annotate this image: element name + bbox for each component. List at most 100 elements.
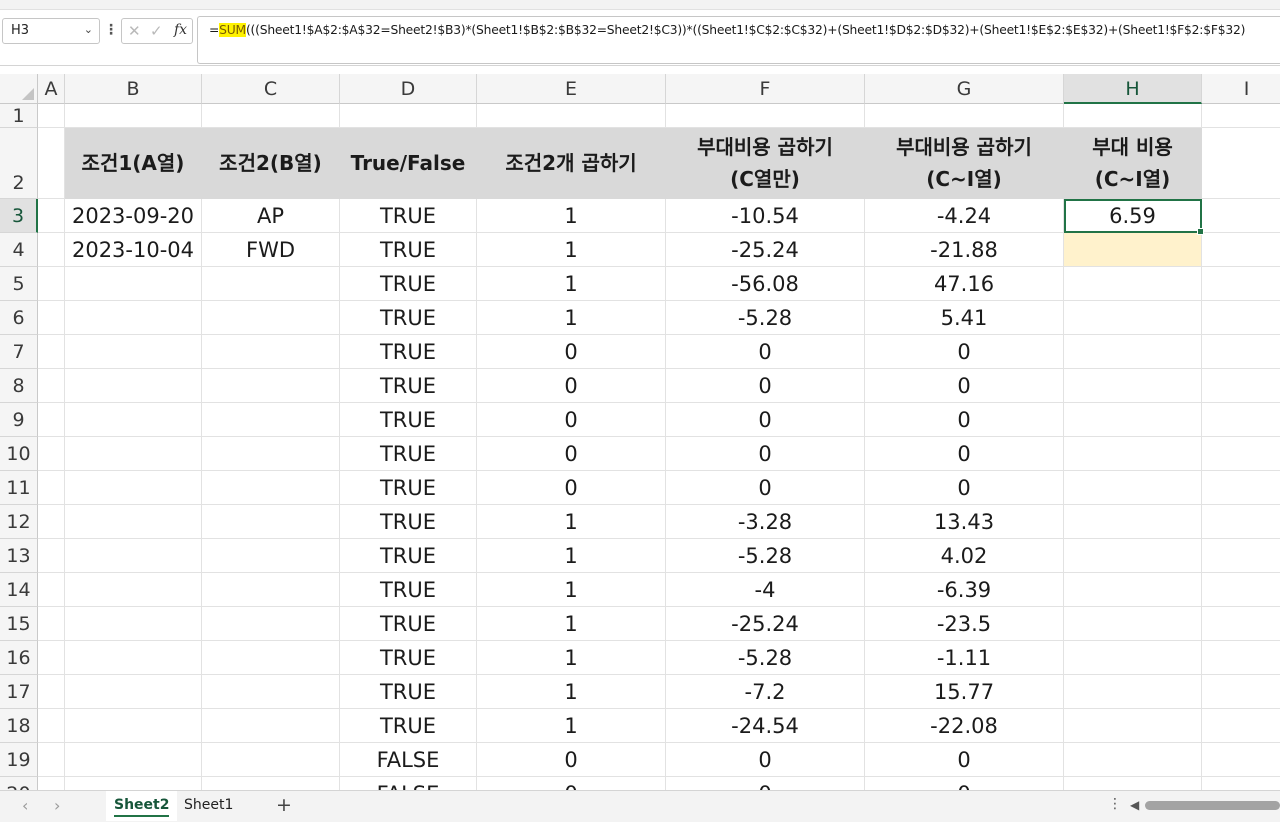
row-header-6[interactable]: 6: [0, 301, 38, 335]
cell-f11[interactable]: 0: [666, 471, 865, 505]
cell-h17[interactable]: [1064, 675, 1202, 709]
column-header-d[interactable]: D: [340, 74, 477, 104]
cell-e18[interactable]: 1: [477, 709, 666, 743]
cell-d5[interactable]: TRUE: [340, 267, 477, 301]
cell-b3[interactable]: 2023-09-20: [65, 199, 202, 233]
row-header-12[interactable]: 12: [0, 505, 38, 539]
column-header-g[interactable]: G: [865, 74, 1064, 104]
cell-a7[interactable]: [38, 335, 65, 369]
cell-g7[interactable]: 0: [865, 335, 1064, 369]
row-header-7[interactable]: 7: [0, 335, 38, 369]
cell-g4[interactable]: -21.88: [865, 233, 1064, 267]
cell-f13[interactable]: -5.28: [666, 539, 865, 573]
cell-e14[interactable]: 1: [477, 573, 666, 607]
cell-i13[interactable]: [1202, 539, 1280, 573]
cell-a13[interactable]: [38, 539, 65, 573]
cell-i2[interactable]: [1202, 128, 1280, 199]
tab-sheet1[interactable]: Sheet1: [176, 791, 241, 821]
cell-b19[interactable]: [65, 743, 202, 777]
cell-b8[interactable]: [65, 369, 202, 403]
cell-i14[interactable]: [1202, 573, 1280, 607]
cell-g3[interactable]: -4.24: [865, 199, 1064, 233]
cell-g13[interactable]: 4.02: [865, 539, 1064, 573]
sheet-options-icon[interactable]: ⋮: [1108, 796, 1122, 812]
cell-c16[interactable]: [202, 641, 340, 675]
row-header-18[interactable]: 18: [0, 709, 38, 743]
cell-c5[interactable]: [202, 267, 340, 301]
cell-c14[interactable]: [202, 573, 340, 607]
cell-e5[interactable]: 1: [477, 267, 666, 301]
cell-i17[interactable]: [1202, 675, 1280, 709]
cell-h7[interactable]: [1064, 335, 1202, 369]
cell-h11[interactable]: [1064, 471, 1202, 505]
cell-d13[interactable]: TRUE: [340, 539, 477, 573]
cell-b1[interactable]: [65, 104, 202, 128]
cell-g17[interactable]: 15.77: [865, 675, 1064, 709]
cell-h5[interactable]: [1064, 267, 1202, 301]
cell-a8[interactable]: [38, 369, 65, 403]
cell-c7[interactable]: [202, 335, 340, 369]
cell-c10[interactable]: [202, 437, 340, 471]
cell-a19[interactable]: [38, 743, 65, 777]
cell-e8[interactable]: 0: [477, 369, 666, 403]
cell-a18[interactable]: [38, 709, 65, 743]
cell-d4[interactable]: TRUE: [340, 233, 477, 267]
row-header-15[interactable]: 15: [0, 607, 38, 641]
cell-f15[interactable]: -25.24: [666, 607, 865, 641]
row-header-3[interactable]: 3: [0, 199, 38, 233]
cell-f16[interactable]: -5.28: [666, 641, 865, 675]
cell-i19[interactable]: [1202, 743, 1280, 777]
column-header-a[interactable]: A: [38, 74, 65, 104]
cell-b16[interactable]: [65, 641, 202, 675]
cell-a3[interactable]: [38, 199, 65, 233]
cell-c3[interactable]: AP: [202, 199, 340, 233]
select-all-corner[interactable]: [0, 74, 38, 104]
hscroll-left-icon[interactable]: ◀: [1130, 798, 1139, 812]
header-cell-c[interactable]: 조건2(B열): [202, 128, 340, 199]
cell-c6[interactable]: [202, 301, 340, 335]
cell-d16[interactable]: TRUE: [340, 641, 477, 675]
row-header-9[interactable]: 9: [0, 403, 38, 437]
row-header-17[interactable]: 17: [0, 675, 38, 709]
cell-h6[interactable]: [1064, 301, 1202, 335]
cell-d12[interactable]: TRUE: [340, 505, 477, 539]
cell-c1[interactable]: [202, 104, 340, 128]
cell-b15[interactable]: [65, 607, 202, 641]
cell-g1[interactable]: [865, 104, 1064, 128]
cell-e4[interactable]: 1: [477, 233, 666, 267]
tab-sheet2[interactable]: Sheet2: [106, 791, 178, 821]
scroll-left-icon[interactable]: ‹: [22, 796, 28, 815]
cell-c18[interactable]: [202, 709, 340, 743]
row-header-13[interactable]: 13: [0, 539, 38, 573]
row-header-14[interactable]: 14: [0, 573, 38, 607]
cell-d6[interactable]: TRUE: [340, 301, 477, 335]
cell-g18[interactable]: -22.08: [865, 709, 1064, 743]
cell-h16[interactable]: [1064, 641, 1202, 675]
row-header-2[interactable]: 2: [0, 128, 38, 199]
row-header-16[interactable]: 16: [0, 641, 38, 675]
cell-i6[interactable]: [1202, 301, 1280, 335]
cell-i5[interactable]: [1202, 267, 1280, 301]
insert-function-icon[interactable]: fx: [174, 22, 187, 38]
column-header-c[interactable]: C: [202, 74, 340, 104]
row-header-8[interactable]: 8: [0, 369, 38, 403]
cell-e13[interactable]: 1: [477, 539, 666, 573]
cell-c9[interactable]: [202, 403, 340, 437]
cell-i18[interactable]: [1202, 709, 1280, 743]
cell-e11[interactable]: 0: [477, 471, 666, 505]
cell-a15[interactable]: [38, 607, 65, 641]
cell-g15[interactable]: -23.5: [865, 607, 1064, 641]
cell-g10[interactable]: 0: [865, 437, 1064, 471]
cell-i9[interactable]: [1202, 403, 1280, 437]
horizontal-scrollbar[interactable]: [1145, 801, 1280, 810]
cell-b18[interactable]: [65, 709, 202, 743]
cell-c11[interactable]: [202, 471, 340, 505]
cell-h19[interactable]: [1064, 743, 1202, 777]
cell-f12[interactable]: -3.28: [666, 505, 865, 539]
cell-a2[interactable]: [38, 128, 65, 199]
cell-i8[interactable]: [1202, 369, 1280, 403]
cell-f18[interactable]: -24.54: [666, 709, 865, 743]
cell-i10[interactable]: [1202, 437, 1280, 471]
header-cell-g[interactable]: 부대비용 곱하기 (C~I열): [865, 128, 1064, 199]
cell-b5[interactable]: [65, 267, 202, 301]
